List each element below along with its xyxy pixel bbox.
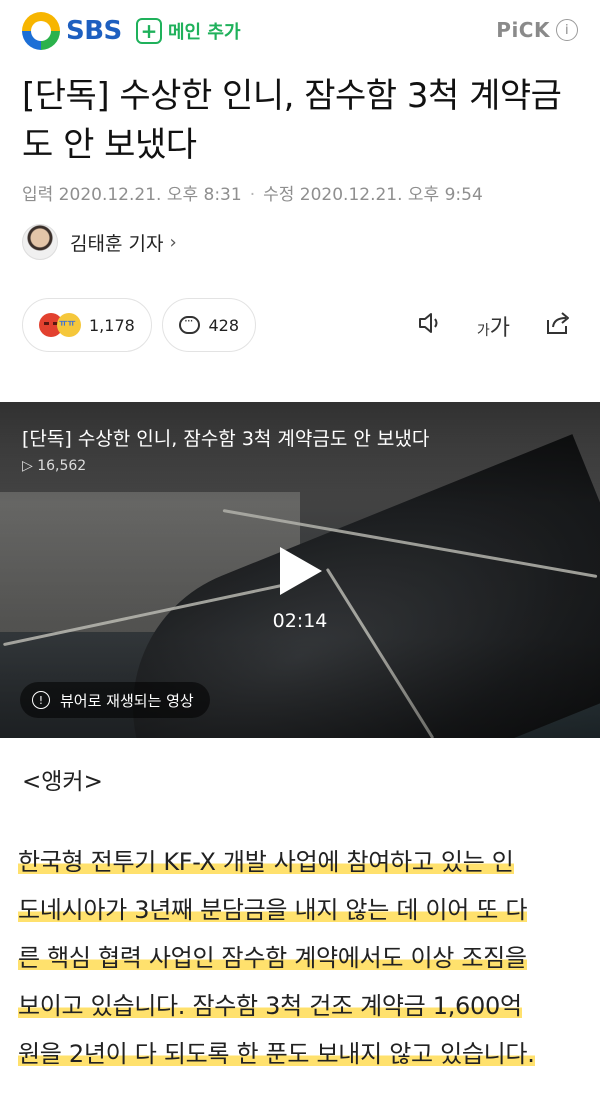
article-dates: 입력 2020.12.21. 오후 8:31 · 수정 2020.12.21. 오후… — [22, 180, 483, 205]
comment-button[interactable]: 428 — [162, 298, 256, 352]
modified-date: 수정 2020.12.21. 오후 9:54 — [263, 185, 483, 205]
anchor-label: <앵커> — [22, 769, 103, 795]
add-to-main-button[interactable]: + 메인 추가 — [136, 18, 241, 44]
comment-icon — [179, 314, 201, 334]
sbs-logo-icon — [22, 12, 60, 50]
action-row: 1,178 428 가가 — [22, 298, 578, 354]
body-line: 원을 2년이 다 되도록 한 푼도 보내지 않고 있습니다. — [18, 1040, 535, 1068]
video-duration: 02:14 — [272, 610, 328, 632]
pick-label: PiCK — [496, 18, 550, 42]
font-size-small: 가 — [476, 323, 490, 339]
body-line: 한국형 전투기 KF-X 개발 사업에 참여하고 있는 인 — [18, 848, 514, 876]
play-icon[interactable] — [280, 547, 322, 595]
viewer-badge[interactable]: ! 뷰어로 재생되는 영상 — [20, 682, 210, 718]
speaker-icon[interactable] — [417, 311, 443, 341]
reporter-link[interactable]: 김태훈 기자 › — [22, 224, 177, 260]
viewer-badge-label: 뷰어로 재생되는 영상 — [60, 691, 194, 710]
chevron-right-icon: › — [169, 231, 177, 253]
article-title: [단독] 수상한 인니, 잠수함 3척 계약금도 안 보냈다 — [22, 76, 562, 165]
reaction-count: 1,178 — [89, 315, 135, 335]
article-body: 한국형 전투기 KF-X 개발 사업에 참여하고 있는 인 도네시아가 3년째 … — [18, 838, 584, 1078]
font-size-icon[interactable]: 가가 — [477, 310, 510, 342]
body-line: 보이고 있습니다. 잠수함 3척 건조 계약금 1,600억 — [18, 992, 522, 1020]
body-line: 른 핵심 협력 사업인 잠수함 계약에서도 이상 조짐을 — [18, 944, 527, 972]
sbs-logo[interactable]: SBS — [22, 12, 122, 50]
video-title: [단독] 수상한 인니, 잠수함 3척 계약금도 안 보냈다 — [22, 428, 430, 450]
date-separator: · — [249, 185, 256, 205]
share-icon[interactable] — [544, 310, 572, 342]
video-player[interactable]: [단독] 수상한 인니, 잠수함 3척 계약금도 안 보냈다 ▷ 16,562 … — [0, 402, 600, 738]
font-size-large: 가 — [489, 316, 510, 341]
article-tools: 가가 — [383, 310, 572, 342]
pick-button[interactable]: PiCK i — [496, 18, 578, 42]
published-date: 입력 2020.12.21. 오후 8:31 — [22, 185, 242, 205]
reporter-avatar — [22, 224, 58, 260]
alert-icon: ! — [32, 691, 50, 709]
comment-count: 428 — [208, 315, 239, 335]
reaction-button[interactable]: 1,178 — [22, 298, 152, 352]
body-line: 도네시아가 3년째 분담금을 내지 않는 데 이어 또 다 — [18, 896, 528, 924]
sad-emoji-icon — [57, 313, 81, 337]
info-icon[interactable]: i — [556, 19, 578, 41]
add-to-main-label: 메인 추가 — [168, 22, 241, 43]
reporter-name: 김태훈 기자 — [70, 232, 164, 255]
plus-icon: + — [136, 18, 162, 44]
video-views: ▷ 16,562 — [22, 458, 87, 474]
top-bar: SBS + 메인 추가 PiCK i — [0, 0, 600, 64]
brand-name: SBS — [66, 16, 122, 46]
